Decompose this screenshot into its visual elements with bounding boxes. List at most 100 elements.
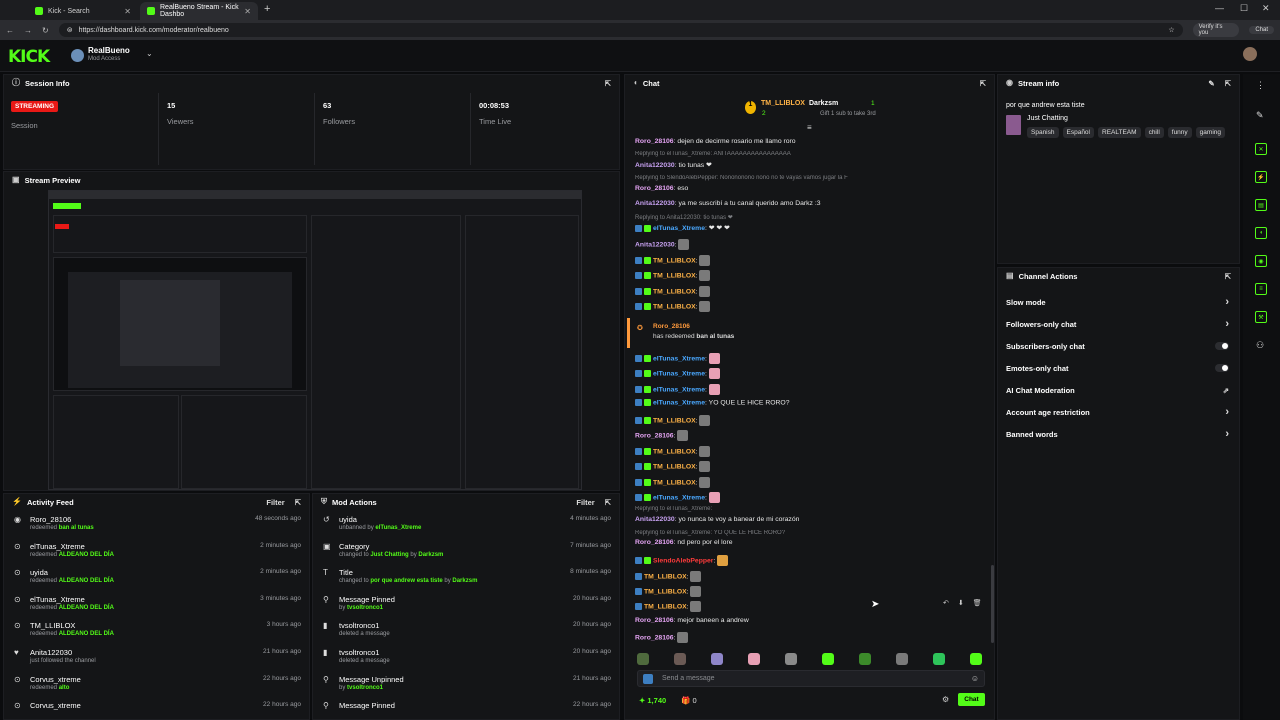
chevron-right-icon[interactable]: › <box>1225 428 1229 440</box>
list-item[interactable]: ⚲ Message Pinned 22 hours ago <box>313 698 619 719</box>
activity-name[interactable]: TM_LLIBLOX <box>30 621 75 630</box>
close-tab-icon[interactable]: ✕ <box>124 7 131 16</box>
emote-icon[interactable] <box>637 653 649 665</box>
tag-chip[interactable]: chill <box>1144 127 1164 138</box>
chat-username[interactable]: TM_LLIBLOX <box>653 257 696 264</box>
list-item[interactable]: ⊙ elTunas_Xtreme redeemed ALDEANO DEL DÍA 2… <box>4 539 309 566</box>
channel-action-7[interactable]: Banned words › <box>1006 423 1229 445</box>
list-item[interactable]: ⊙ Corvus_xtreme redeemed alto 22 hours ago <box>4 672 309 699</box>
list-item[interactable]: ↺ uyida unbanned by elTunas_Xtreme 4 minute… <box>313 512 619 539</box>
chat-username[interactable]: TM_LLIBLOX <box>644 573 687 580</box>
emoji-icon[interactable]: ☺ <box>971 674 979 683</box>
rail-chat-icon[interactable]: ◖ <box>1255 227 1267 239</box>
list-item[interactable]: T Title changed to por que andrew esta tis… <box>313 565 619 592</box>
emote-icon[interactable] <box>933 653 945 665</box>
activity-name[interactable]: Corvus_xtreme <box>30 701 81 710</box>
channel-action-4[interactable]: Emotes-only chat <box>1006 357 1229 379</box>
chat-username[interactable]: Roro_28106 <box>635 432 674 439</box>
user-avatar[interactable] <box>1243 47 1257 61</box>
tab-dashboard[interactable]: RealBueno Stream - Kick Dashbo ✕ <box>140 2 258 20</box>
toggle-switch[interactable] <box>1215 364 1229 372</box>
emote-icon[interactable] <box>896 653 908 665</box>
edit-pencil-icon[interactable]: ✎ <box>1208 79 1214 88</box>
chat-username[interactable]: Roro_28106 <box>635 138 674 145</box>
mod-action-name[interactable]: Category <box>339 542 369 551</box>
list-item[interactable]: ⊙ Corvus_xtreme 22 hours ago <box>4 698 309 719</box>
mod-action-name[interactable]: tvsoltronco1 <box>339 648 379 657</box>
chat-username[interactable]: TM_LLIBLOX <box>653 463 696 470</box>
channel-action-3[interactable]: Subscribers-only chat <box>1006 335 1229 357</box>
mod-action-name[interactable]: Title <box>339 568 353 577</box>
chevron-right-icon[interactable]: › <box>1225 318 1229 330</box>
tag-chip[interactable]: funny <box>1167 127 1192 138</box>
chat-username[interactable]: Anita122030 <box>635 241 675 248</box>
chat-username[interactable]: Anita122030 <box>635 200 675 207</box>
maximize-icon[interactable]: ☐ <box>1240 3 1248 14</box>
browser-chat-button[interactable]: Chat <box>1249 26 1274 34</box>
emote-icon[interactable] <box>674 653 686 665</box>
tag-chip[interactable]: Spanish <box>1027 127 1059 138</box>
activity-name[interactable]: Anita122030 <box>30 648 72 657</box>
filter-button[interactable]: Filter <box>576 498 594 507</box>
chat-username[interactable]: elTunas_Xtreme <box>653 370 705 377</box>
channel-action-6[interactable]: Account age restriction › <box>1006 401 1229 423</box>
channel-points[interactable]: ✦ 1,740 <box>639 696 666 705</box>
chat-username[interactable]: TM_LLIBLOX <box>653 417 696 424</box>
popout-icon[interactable]: ⇱ <box>605 498 611 507</box>
mod-action-name[interactable]: Message Pinned <box>339 701 395 710</box>
list-item[interactable]: ▮ tvsoltronco1 deleted a message 20 hours a… <box>313 645 619 672</box>
rail-doc-icon[interactable]: ▤ <box>1255 199 1267 211</box>
list-item[interactable]: ⊙ uyida redeemed ALDEANO DEL DÍA 2 minutes … <box>4 565 309 592</box>
rail-wrench-icon[interactable]: ⚒ <box>1255 311 1267 323</box>
popout-icon[interactable]: ⇱ <box>980 79 986 88</box>
chevron-right-icon[interactable]: › <box>1225 296 1229 308</box>
activity-name[interactable]: elTunas_Xtreme <box>30 595 85 604</box>
url-field[interactable]: ⊜ https://dashboard.kick.com/moderator/r… <box>58 23 1183 37</box>
rail-bolt-icon[interactable]: ⚡ <box>1255 171 1267 183</box>
pinned-user-1[interactable]: TM_LLIBLOX <box>761 100 805 107</box>
chat-username[interactable]: TM_LLIBLOX <box>653 448 696 455</box>
list-item[interactable]: ⚲ Message Unpinned by tvsoltronco1 21 hours… <box>313 672 619 699</box>
chat-username[interactable]: TM_LLIBLOX <box>653 303 696 310</box>
channel-switch-chevron-down-icon[interactable]: ⌄ <box>146 49 153 58</box>
rail-list-icon[interactable]: ≡ <box>1255 283 1267 295</box>
chat-username[interactable]: elTunas_Xtreme <box>653 494 705 501</box>
list-item[interactable]: ◉ Roro_28106 redeemed ban al tunas 48 secon… <box>4 512 309 539</box>
mod-action-name[interactable]: uyida <box>339 515 357 524</box>
forward-icon[interactable]: → <box>24 26 32 35</box>
new-tab-icon[interactable]: + <box>264 3 270 15</box>
emote-icon[interactable] <box>748 653 760 665</box>
verify-button[interactable]: Verify it's you <box>1192 23 1240 37</box>
filter-button[interactable]: Filter <box>266 498 284 507</box>
chat-username[interactable]: elTunas_Xtreme <box>653 399 705 406</box>
mod-action-name[interactable]: tvsoltronco1 <box>339 621 379 630</box>
chat-username[interactable]: Roro_28106 <box>635 539 674 546</box>
emote-icon[interactable] <box>970 653 982 665</box>
chat-username[interactable]: TM_LLIBLOX <box>644 588 687 595</box>
pencil-icon[interactable]: ✎ <box>1256 110 1264 121</box>
rail-broadcast-icon[interactable]: ◉ <box>1255 255 1267 267</box>
activity-name[interactable]: Corvus_xtreme <box>30 675 81 684</box>
tag-chip[interactable]: gaming <box>1195 127 1225 138</box>
redeem-user[interactable]: Roro_28106 <box>653 323 690 330</box>
tag-chip[interactable]: REALTEAM <box>1098 127 1141 138</box>
popout-icon[interactable]: ⇱ <box>1225 79 1231 88</box>
chat-username[interactable]: elTunas_Xtreme <box>653 386 705 393</box>
stream-video-player[interactable] <box>48 190 582 490</box>
chat-username[interactable]: Anita122030 <box>635 162 675 169</box>
channel-action-1[interactable]: Slow mode › <box>1006 291 1229 313</box>
rail-users-icon[interactable]: ⚇ <box>1256 340 1264 351</box>
reload-icon[interactable]: ↻ <box>42 26 49 35</box>
list-item[interactable]: ▮ tvsoltronco1 deleted a message 20 hours a… <box>313 618 619 645</box>
send-chat-button[interactable]: Chat <box>958 693 985 706</box>
tag-chip[interactable]: Español <box>1062 127 1094 138</box>
mod-action-name[interactable]: Message Pinned <box>339 595 395 604</box>
list-item[interactable]: ▣ Category changed to Just Chatting by Dar… <box>313 539 619 566</box>
chat-username[interactable]: TM_LLIBLOX <box>653 479 696 486</box>
send-as-icon[interactable] <box>643 674 653 684</box>
kick-logo[interactable]: KICK <box>8 47 50 67</box>
emote-icon[interactable] <box>785 653 797 665</box>
reply-icon[interactable]: ↶ <box>943 599 949 607</box>
chevron-right-icon[interactable]: › <box>1225 406 1229 418</box>
category-name[interactable]: Just Chatting <box>1027 115 1068 122</box>
